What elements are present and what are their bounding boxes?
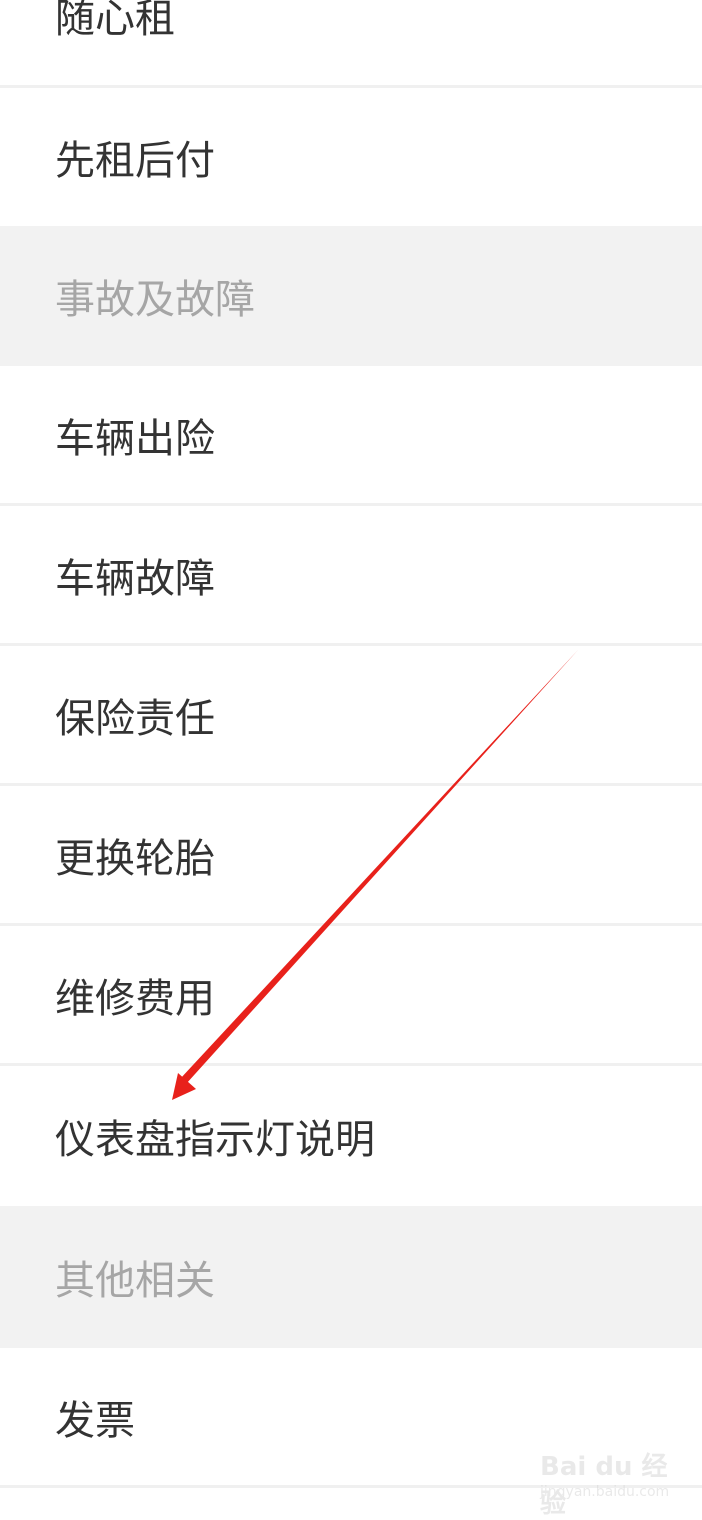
list-item-xianzuhoufu[interactable]: 先租后付 — [0, 88, 702, 226]
list-item-suixinzu[interactable]: 随心租 — [0, 0, 702, 88]
list-item-yibiaopan[interactable]: 仪表盘指示灯说明 — [0, 1066, 702, 1206]
list-item-label: 保险责任 — [55, 695, 215, 742]
section-header-other: 其他相关 — [0, 1206, 702, 1348]
list-item-label: 车辆故障 — [55, 555, 215, 602]
list-item-weixiu[interactable]: 维修费用 — [0, 926, 702, 1066]
list-item-guzhang[interactable]: 车辆故障 — [0, 506, 702, 646]
watermark-logo: Bai du 经验 — [540, 1452, 668, 1519]
list-item-label: 先租后付 — [55, 138, 215, 184]
list-item-label: 随心租 — [55, 0, 175, 42]
list-item-label: 维修费用 — [55, 975, 215, 1022]
list-item-label: 更换轮胎 — [55, 835, 215, 882]
watermark-url: jingyan.baidu.com — [540, 1484, 670, 1500]
section-header-label: 其他相关 — [55, 1258, 215, 1304]
list-item-chuxian[interactable]: 车辆出险 — [0, 366, 702, 506]
section-header-accident: 事故及故障 — [0, 226, 702, 366]
section-header-label: 事故及故障 — [55, 277, 255, 323]
list-item-label: 车辆出险 — [55, 415, 215, 462]
list-item-baoxian[interactable]: 保险责任 — [0, 646, 702, 786]
list-item-label: 仪表盘指示灯说明 — [55, 1117, 375, 1163]
list-item-luntai[interactable]: 更换轮胎 — [0, 786, 702, 926]
list-item-label: 发票 — [55, 1397, 135, 1444]
baidu-jingyan-watermark: Bai du 经验 jingyan.baidu.com — [540, 1440, 690, 1519]
